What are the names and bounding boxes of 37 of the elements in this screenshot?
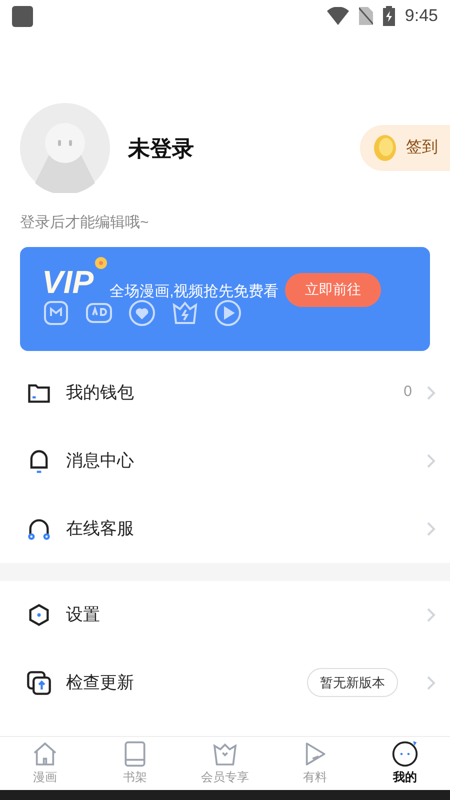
notification-icon	[12, 6, 33, 26]
vip-banner[interactable]: VIP 全场漫画,视频抢先免费看 立即前往	[20, 246, 430, 350]
menu-label: 我的钱包	[66, 382, 134, 404]
sign-in-button[interactable]: 签到	[360, 125, 450, 171]
crown-icon	[171, 298, 199, 326]
play-icon	[214, 298, 242, 326]
chevron-right-icon	[426, 384, 436, 400]
wifi-icon	[326, 7, 349, 25]
menu-value: 0	[404, 382, 412, 402]
menu-row[interactable]: 在线客服	[0, 494, 450, 562]
no-sim-icon	[358, 7, 373, 25]
chevron-right-icon	[426, 520, 436, 536]
coin-icon	[372, 134, 398, 162]
avatar-face-icon	[391, 740, 419, 768]
menu-row[interactable]: 设置	[0, 580, 450, 648]
vip-logo-text: VIP	[42, 262, 94, 302]
battery-charging-icon	[382, 6, 395, 26]
menu-label: 在线客服	[66, 518, 134, 540]
home-icon	[31, 740, 59, 768]
menu-label: 消息中心	[66, 450, 134, 472]
vip-slogan-text: 全场漫画,视频抢先免费看	[110, 282, 279, 302]
chevron-right-icon	[426, 452, 436, 468]
comic-badge-icon	[42, 298, 70, 326]
update-icon	[26, 670, 52, 696]
version-badge: 暂无新版本	[307, 668, 398, 698]
username-text: 未登录	[128, 134, 194, 162]
chevron-right-icon	[426, 606, 436, 622]
menu-label: 设置	[66, 604, 100, 626]
menu-row[interactable]: 我的钱包 0	[0, 358, 450, 426]
nav-tab[interactable]: 我的	[360, 737, 450, 790]
login-hint-text: 登录后才能编辑哦~	[20, 213, 150, 233]
clock-text: 9:45	[404, 5, 438, 28]
menu-row[interactable]: 消息中心	[0, 426, 450, 494]
menu-row[interactable]: 检查更新 暂无新版本	[0, 648, 450, 716]
flower-icon	[94, 256, 108, 268]
chevron-right-icon	[426, 674, 436, 690]
menu-label: 检查更新	[66, 672, 134, 694]
